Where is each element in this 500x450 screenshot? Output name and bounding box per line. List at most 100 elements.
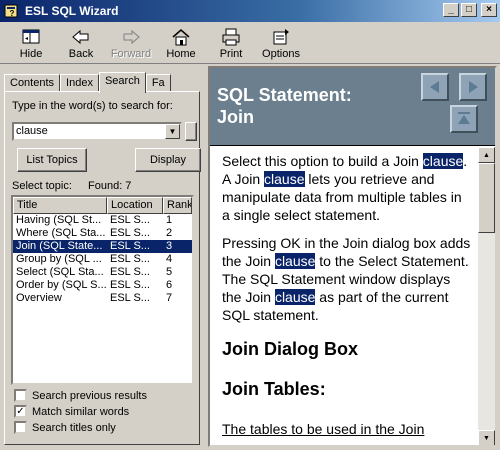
search-highlight: clause [264, 171, 305, 187]
search-arrow-button[interactable] [185, 122, 197, 141]
back-label: Back [68, 48, 94, 60]
section-heading: Join Tables: [222, 379, 326, 399]
found-count: Found: 7 [88, 180, 132, 192]
checkmark-icon[interactable]: ✓ [14, 405, 27, 418]
result-title: Join (SQL State... [16, 240, 103, 252]
result-title: Select (SQL Sta... [16, 266, 104, 278]
search-titles-only-checkbox[interactable]: Search titles only [14, 421, 116, 434]
navigation-pane: Contents Index Search Fa Type in the wor… [4, 68, 201, 446]
back-arrow-icon [72, 29, 89, 45]
home-icon [172, 29, 190, 46]
options-icon [273, 29, 289, 45]
window-title: ESL SQL Wizard [25, 4, 119, 18]
select-topic-label: Select topic: [12, 180, 72, 192]
hide-icon [22, 29, 40, 44]
chevron-down-icon[interactable]: ▼ [165, 124, 180, 139]
options-label: Options [262, 48, 300, 60]
svg-text:?: ? [10, 9, 15, 18]
result-row[interactable]: Having (SQL St... ESL S... 1 [13, 214, 192, 227]
toolbar: Hide Back Forward Home Print Options [0, 22, 500, 64]
pane-splitter[interactable] [203, 68, 207, 450]
search-input-value: clause [16, 125, 48, 137]
vertical-scrollbar[interactable]: ▲ ▼ [478, 147, 495, 445]
close-button[interactable]: × [481, 3, 497, 17]
list-topics-button[interactable]: List Topics [17, 148, 87, 172]
results-list[interactable]: Title Location Rank Having (SQL St... ES… [11, 195, 194, 385]
topic-pane: SQL Statement: Join Select this option t… [208, 66, 497, 447]
forward-button[interactable]: Forward [106, 23, 156, 63]
scroll-up-icon[interactable]: ▲ [478, 147, 495, 163]
printer-icon [222, 28, 240, 46]
right-arrow-icon [469, 81, 478, 93]
result-rank: 4 [166, 253, 173, 265]
left-arrow-icon [430, 81, 439, 93]
topic-title-line2: Join [217, 107, 255, 127]
result-title: Order by (SQL S... [16, 279, 107, 291]
checkbox-box[interactable] [14, 421, 27, 434]
previous-topic-button[interactable] [421, 73, 449, 101]
topic-title: SQL Statement: Join [217, 84, 352, 128]
column-location[interactable]: Location [107, 197, 163, 214]
result-rank: 6 [166, 279, 173, 291]
nav-tabs: Contents Index Search Fa [4, 72, 171, 93]
result-title: Overview [16, 292, 62, 304]
print-label: Print [219, 48, 243, 60]
up-arrow-icon [458, 112, 470, 124]
forward-label: Forward [110, 48, 152, 60]
tab-search[interactable]: Search [98, 72, 146, 93]
checkbox-label: Search previous results [32, 389, 147, 402]
home-label: Home [166, 48, 196, 60]
result-row[interactable]: Order by (SQL S... ESL S... 6 [13, 279, 192, 292]
search-previous-results-checkbox[interactable]: Search previous results [14, 389, 147, 402]
display-button[interactable]: Display [135, 148, 201, 172]
result-row[interactable]: Select (SQL Sta... ESL S... 5 [13, 266, 192, 279]
print-button[interactable]: Print [206, 23, 256, 63]
scroll-down-icon[interactable]: ▼ [478, 430, 495, 445]
tab-favorites[interactable]: Fa [145, 74, 171, 92]
options-button[interactable]: Options [256, 23, 306, 63]
column-title[interactable]: Title [13, 197, 107, 214]
top-of-page-button[interactable] [450, 105, 478, 133]
tab-contents[interactable]: Contents [4, 74, 61, 92]
checkbox-label: Match similar words [32, 405, 130, 418]
search-input[interactable]: clause ▼ [12, 122, 182, 141]
result-title: Group by (SQL ... [16, 253, 102, 265]
hide-label: Hide [19, 48, 43, 60]
minimize-button[interactable]: _ [443, 3, 459, 17]
scroll-thumb[interactable] [478, 163, 495, 233]
topic-title-line1: SQL Statement: [217, 85, 352, 105]
search-prompt: Type in the word(s) to search for: [12, 100, 173, 112]
app-icon: ? [4, 4, 18, 18]
result-row[interactable]: Group by (SQL ... ESL S... 4 [13, 253, 192, 266]
hide-button[interactable]: Hide [6, 23, 56, 63]
paragraph: Pressing OK in the Join dialog box adds … [222, 234, 472, 324]
result-location: ESL S... [110, 227, 150, 239]
forward-arrow-icon [123, 29, 140, 45]
result-location: ESL S... [110, 253, 150, 265]
result-location: ESL S... [110, 292, 150, 304]
result-location: ESL S... [110, 266, 150, 278]
result-title: Having (SQL St... [16, 214, 102, 226]
back-button[interactable]: Back [56, 23, 106, 63]
results-header: Title Location Rank [13, 197, 192, 214]
result-rank: 3 [166, 240, 173, 252]
result-rank: 1 [166, 214, 173, 226]
checkbox-box[interactable] [14, 389, 27, 402]
tab-index[interactable]: Index [60, 74, 99, 92]
result-rank: 2 [166, 227, 173, 239]
paragraph: The tables to be used in the Join [222, 421, 425, 437]
paragraph: Select this option to build a Join claus… [222, 152, 472, 224]
section-heading: Join Dialog Box [222, 339, 359, 359]
result-row-selected[interactable]: Join (SQL State... ESL S... 3 [13, 240, 192, 253]
home-button[interactable]: Home [156, 23, 206, 63]
column-rank[interactable]: Rank [163, 197, 192, 214]
next-topic-button[interactable] [459, 73, 487, 101]
result-row[interactable]: Overview ESL S... 7 [13, 292, 192, 305]
result-row[interactable]: Where (SQL Sta... ESL S... 2 [13, 227, 192, 240]
text: Select this option to build a Join [222, 153, 423, 169]
match-similar-words-checkbox[interactable]: ✓ Match similar words [14, 405, 129, 418]
search-highlight: clause [274, 289, 316, 305]
checkbox-label: Search titles only [32, 421, 116, 434]
maximize-button[interactable]: □ [461, 3, 477, 17]
title-bar: ? ESL SQL Wizard _ □ × [0, 0, 500, 22]
